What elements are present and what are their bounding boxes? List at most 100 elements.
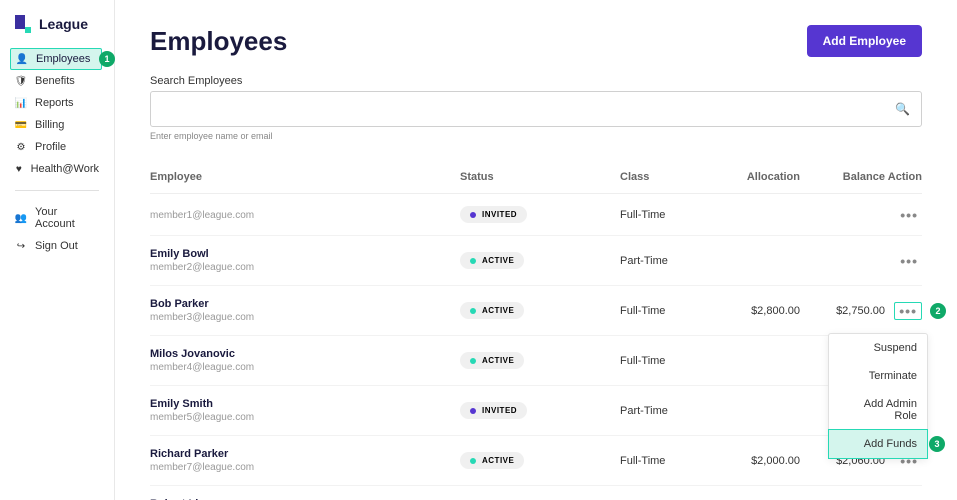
class-cell: Full-Time (620, 305, 710, 317)
table-header: Employee Status Class Allocation Balance… (150, 161, 922, 194)
table-row: Bob Parker member3@league.com ACTIVE Full-T… (150, 286, 922, 336)
page-title: Employees (150, 26, 287, 57)
action-cell: ••• (885, 253, 922, 269)
employee-email: member3@league.com (150, 312, 460, 323)
signout-icon: ↪ (15, 240, 27, 252)
table-row: Milos Jovanovic member4@league.comACTIVE F… (150, 336, 922, 386)
sidebar-label: Health@Work (31, 163, 99, 175)
annotation-marker-1: 1 (99, 51, 115, 67)
row-action-button[interactable]: ••• (896, 253, 922, 269)
status-text: ACTIVE (482, 256, 514, 265)
employee-email: member4@league.com (150, 362, 460, 373)
status-cell: ACTIVE (460, 252, 620, 269)
class-cell: Full-Time (620, 355, 710, 367)
status-text: ACTIVE (482, 306, 514, 315)
employee-cell: Bob Parker member3@league.com (150, 298, 460, 323)
add-employee-button[interactable]: Add Employee (807, 25, 922, 57)
employee-name: Emily Smith (150, 398, 460, 410)
status-dot-icon (470, 308, 476, 314)
status-dot-icon (470, 358, 476, 364)
employee-name: Bob Parker (150, 298, 460, 310)
sidebar-item-benefits[interactable]: 🛡 Benefits (0, 70, 114, 92)
employee-cell: Emily Smith member5@league.com (150, 398, 460, 423)
status-cell: ACTIVE (460, 352, 620, 369)
allocation-cell: $2,800.00 (710, 305, 800, 317)
col-allocation: Allocation (710, 171, 800, 183)
search-wrap: 🔍 (150, 91, 922, 127)
class-cell: Part-Time (620, 255, 710, 267)
sidebar-label: Employees (36, 53, 90, 65)
annotation-marker-3: 3 (929, 436, 945, 452)
sidebar-item-billing[interactable]: 💳 Billing (0, 114, 114, 136)
employee-cell: Milos Jovanovic member4@league.com (150, 348, 460, 373)
table-row: member1@league.comINVITEDFull-Time••• (150, 194, 922, 236)
page-header: Employees Add Employee (150, 25, 922, 57)
status-badge: ACTIVE (460, 452, 524, 469)
search-icon: 🔍 (895, 102, 910, 116)
sidebar-item-account[interactable]: 👥 Your Account (0, 201, 114, 235)
dropdown-item-suspend[interactable]: Suspend (829, 334, 927, 362)
col-balance: Balance (800, 171, 885, 183)
status-cell: ACTIVE (460, 452, 620, 469)
row-action-button[interactable]: ••• (896, 207, 922, 223)
status-badge: INVITED (460, 402, 527, 419)
row-action-button[interactable]: ••• (894, 302, 922, 320)
status-dot-icon (470, 212, 476, 218)
shield-icon: 🛡 (15, 75, 27, 87)
annotation-marker-2: 2 (930, 303, 946, 319)
balance-cell: $2,750.00 (800, 305, 885, 317)
status-text: INVITED (482, 406, 517, 415)
search-helper: Enter employee name or email (150, 131, 922, 141)
logo: League (0, 15, 114, 48)
sidebar-label: Sign Out (35, 240, 78, 252)
sidebar-item-employees[interactable]: 👤 Employees 1 (10, 48, 102, 70)
sidebar-label: Billing (35, 119, 64, 131)
employee-email: member2@league.com (150, 262, 460, 273)
employee-cell: Richard Parker member7@league.com (150, 448, 460, 473)
status-badge: ACTIVE (460, 352, 524, 369)
search-input[interactable] (150, 91, 922, 127)
sidebar-item-reports[interactable]: 📊 Reports (0, 92, 114, 114)
main-content: Employees Add Employee Search Employees … (115, 0, 957, 500)
action-cell: •••2SuspendTerminateAdd Admin RoleAdd Fu… (885, 303, 922, 319)
status-dot-icon (470, 458, 476, 464)
dropdown-item-terminate[interactable]: Terminate (829, 362, 927, 390)
person-icon: 👤 (16, 53, 28, 65)
gear-icon: ⚙ (15, 141, 27, 153)
divider (15, 190, 99, 191)
table-row: Emily Bowl member2@league.com ACTIVE Part-T… (150, 236, 922, 286)
sidebar-label: Benefits (35, 75, 75, 87)
sidebar-item-profile[interactable]: ⚙ Profile (0, 136, 114, 158)
action-dropdown: SuspendTerminateAdd Admin RoleAdd Funds3 (828, 333, 928, 459)
heart-icon: ♥ (15, 163, 23, 175)
status-cell: ACTIVE (460, 302, 620, 319)
account-icon: 👥 (15, 212, 27, 224)
dropdown-item-add-funds[interactable]: Add Funds3 (828, 429, 928, 459)
employee-name: Richard Parker (150, 448, 460, 460)
action-cell: ••• (885, 207, 922, 223)
employee-email: member7@league.com (150, 462, 460, 473)
status-badge: ACTIVE (460, 302, 524, 319)
search-label: Search Employees (150, 75, 922, 87)
dropdown-item-add-admin-role[interactable]: Add Admin Role (829, 390, 927, 430)
sidebar-item-signout[interactable]: ↪ Sign Out (0, 235, 114, 257)
status-badge: INVITED (460, 206, 527, 223)
status-dot-icon (470, 258, 476, 264)
employee-name: Milos Jovanovic (150, 348, 460, 360)
sidebar-item-health[interactable]: ♥ Health@Work (0, 158, 114, 180)
employee-name: Emily Bowl (150, 248, 460, 260)
employee-cell: member1@league.com (150, 208, 460, 221)
status-badge: ACTIVE (460, 252, 524, 269)
status-text: INVITED (482, 210, 517, 219)
table-body: member1@league.comINVITEDFull-Time•••Emi… (150, 194, 922, 500)
brand-name: League (39, 16, 88, 32)
class-cell: Part-Time (620, 405, 710, 417)
status-dot-icon (470, 408, 476, 414)
status-text: ACTIVE (482, 456, 514, 465)
status-cell: INVITED (460, 402, 620, 419)
sidebar: League 👤 Employees 1 🛡 Benefits 📊 Report… (0, 0, 115, 500)
employee-email: member5@league.com (150, 412, 460, 423)
col-employee: Employee (150, 171, 460, 183)
employee-cell: Emily Bowl member2@league.com (150, 248, 460, 273)
allocation-cell: $2,000.00 (710, 455, 800, 467)
